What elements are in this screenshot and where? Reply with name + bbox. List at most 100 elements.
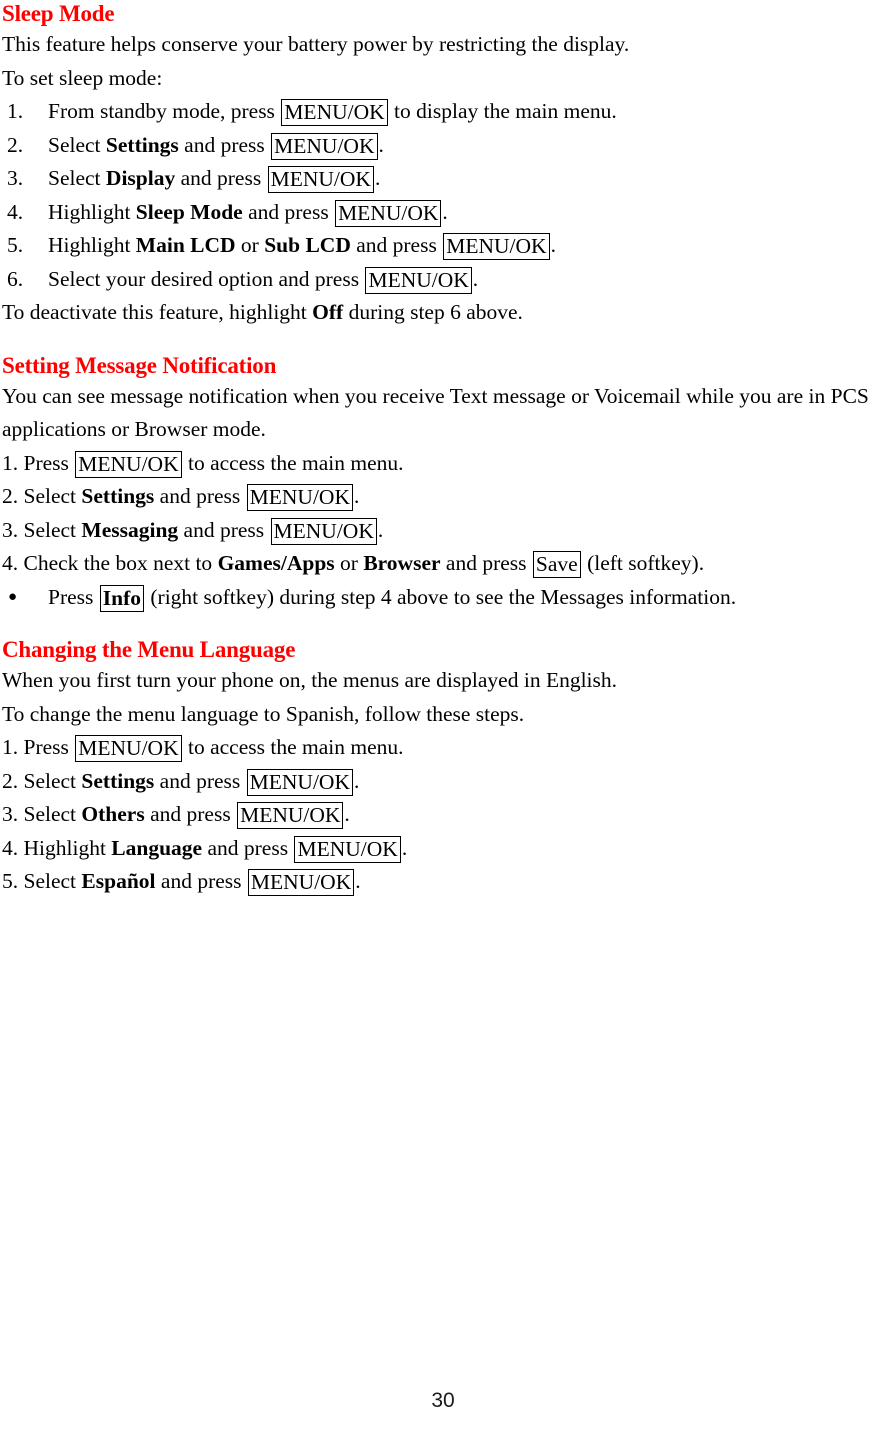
key-label-menu-ok: MENU/OK xyxy=(270,517,377,545)
sleep-mode-intro-line-1: This feature helps conserve your battery… xyxy=(2,32,630,56)
key-label-menu-ok: MENU/OK xyxy=(247,869,355,896)
text-run: during step 6 above. xyxy=(343,300,523,324)
bold-term: Off xyxy=(312,300,344,324)
text-run: and press xyxy=(175,166,267,190)
key-label-menu-ok: MENU/OK xyxy=(365,266,472,294)
key-label-menu-ok: MENU/OK xyxy=(335,199,442,227)
text-run: and press xyxy=(202,835,294,860)
text-run: 4. Highlight xyxy=(2,835,112,860)
page-number: 30 xyxy=(431,1389,455,1412)
section-heading-sleep-mode: Sleep Mode xyxy=(2,1,115,26)
bold-term: Others xyxy=(81,802,145,826)
text-run: 1. Press xyxy=(2,735,75,759)
text-run: 3. Select xyxy=(2,802,82,826)
text-run: and press xyxy=(155,869,247,893)
text-run: 2. Select xyxy=(2,484,82,508)
text-run: . xyxy=(550,233,556,257)
text-run: . xyxy=(442,199,448,224)
text-run: and press xyxy=(440,551,532,575)
menu-language-intro-line-1: When you first turn your phone on, the m… xyxy=(2,668,618,692)
list-marker: 4. xyxy=(7,199,24,224)
key-label-menu-ok: MENU/OK xyxy=(281,99,388,126)
list-item: 4. Check the box next to Games/Apps or B… xyxy=(2,547,886,581)
bold-term: Main LCD xyxy=(135,233,236,257)
text-run: to access the main menu. xyxy=(182,450,404,475)
bold-term: Language xyxy=(111,835,203,860)
menu-language-intro-line-2: To change the menu language to Spanish, … xyxy=(2,701,525,726)
sleep-mode-outro: To deactivate this feature, highlight Of… xyxy=(2,296,886,330)
key-label-menu-ok: MENU/OK xyxy=(294,835,401,863)
text-run: (left softkey). xyxy=(581,551,705,575)
key-label-menu-ok: MENU/OK xyxy=(246,768,353,796)
list-item: 1. Press MENU/OK to access the main menu… xyxy=(2,447,886,481)
list-marker: 3. xyxy=(7,166,24,190)
text-run: . xyxy=(354,768,360,793)
section-heading-setting-message-notification: Setting Message Notification xyxy=(2,352,277,378)
text-run: From standby mode, press xyxy=(48,99,281,123)
text-run: and press xyxy=(178,517,270,542)
sleep-mode-step-list: 1. From standby mode, press MENU/OK to d… xyxy=(2,95,886,296)
list-item-text: Select your desired option and press MEN… xyxy=(48,266,479,294)
key-label-menu-ok: MENU/OK xyxy=(443,233,550,260)
text-run: and press xyxy=(154,484,246,508)
message-notification-intro-paragraph: You can see message notification when yo… xyxy=(2,383,869,442)
text-run: to access the main menu. xyxy=(182,735,404,759)
bold-term: Display xyxy=(105,166,176,190)
list-item-text: Highlight Sleep Mode and press MENU/OK. xyxy=(48,199,448,227)
list-item-text: Select Settings and press MENU/OK. xyxy=(48,132,384,160)
bullet-icon: ● xyxy=(8,588,18,605)
list-item-text: From standby mode, press MENU/OK to disp… xyxy=(48,99,617,126)
text-run: . xyxy=(354,484,360,508)
text-run: To deactivate this feature, highlight xyxy=(2,300,313,324)
text-run: and press xyxy=(350,233,443,257)
text-run: . xyxy=(378,132,384,157)
key-label-save: Save xyxy=(532,551,581,578)
list-item: 5. Highlight Main LCD or Sub LCD and pre… xyxy=(2,229,886,263)
list-item: 4. Highlight Sleep Mode and press MENU/O… xyxy=(2,196,886,230)
text-run: . xyxy=(355,869,361,893)
text-run: 5. Select xyxy=(2,869,82,893)
text-run: Highlight xyxy=(48,233,136,257)
text-run: 1. Press xyxy=(2,450,75,475)
text-run: . xyxy=(374,166,381,190)
list-item: ● Press Info (right softkey) during step… xyxy=(2,581,886,615)
list-item: 2. Select Settings and press MENU/OK. xyxy=(2,765,886,799)
list-item: 3. Select Display and press MENU/OK. xyxy=(2,162,886,196)
text-run: . xyxy=(472,266,479,291)
menu-language-step-list: 1. Press MENU/OK to access the main menu… xyxy=(2,731,886,899)
bold-term: Settings xyxy=(105,132,179,157)
list-item: 1. Press MENU/OK to access the main menu… xyxy=(2,731,886,765)
bold-term: Messaging xyxy=(81,517,179,542)
manual-page: Sleep Mode This feature helps conserve y… xyxy=(0,0,886,1429)
text-run: Highlight xyxy=(48,199,136,224)
text-run: 3. Select xyxy=(2,517,82,542)
text-run: to display the main menu. xyxy=(388,99,617,123)
message-notification-bullet-list: ● Press Info (right softkey) during step… xyxy=(2,581,886,615)
text-run: Select xyxy=(48,132,106,157)
list-item: 6. Select your desired option and press … xyxy=(2,263,886,297)
list-item-text: Press Info (right softkey) during step 4… xyxy=(48,584,736,612)
bold-term: Sub LCD xyxy=(264,233,351,257)
list-item: 3. Select Others and press MENU/OK. xyxy=(2,798,886,832)
list-marker: 1. xyxy=(7,99,24,123)
text-run: and press xyxy=(178,132,271,157)
section-heading-changing-the-menu-language: Changing the Menu Language xyxy=(2,637,296,662)
text-run: and press xyxy=(144,802,237,826)
text-run: 4. Check the box next to xyxy=(2,551,218,575)
key-label-menu-ok: MENU/OK xyxy=(271,132,378,160)
key-label-info: Info xyxy=(99,584,145,612)
list-item: 5. Select Español and press MENU/OK. xyxy=(2,865,886,899)
text-run: and press xyxy=(242,199,335,224)
text-run: Select your desired option and press xyxy=(48,266,365,291)
bold-term: Español xyxy=(81,869,156,893)
text-run: . xyxy=(344,802,350,826)
text-run: or xyxy=(334,551,364,575)
key-label-menu-ok: MENU/OK xyxy=(75,450,182,478)
bold-term: Settings xyxy=(81,484,155,508)
sleep-mode-intro-line-2: To set sleep mode: xyxy=(2,65,163,90)
key-label-menu-ok: MENU/OK xyxy=(246,484,353,511)
text-run: or xyxy=(235,233,265,257)
text-run: . xyxy=(401,835,408,860)
bold-term: Games/Apps xyxy=(217,551,335,575)
